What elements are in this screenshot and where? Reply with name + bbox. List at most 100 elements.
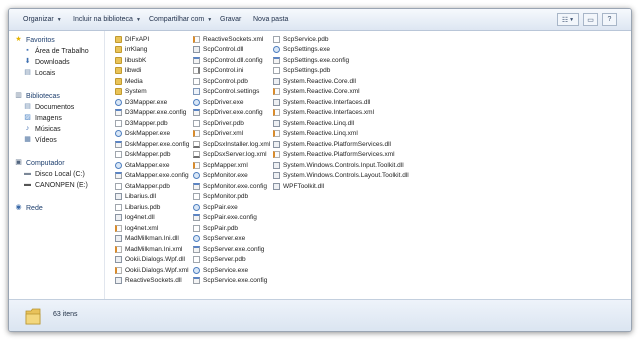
nav-videos[interactable]: ▦ Vídeos	[23, 136, 57, 144]
file-item[interactable]: ScpDsxServer.log.xml	[193, 150, 270, 161]
file-item[interactable]: ScpControl.settings	[193, 87, 270, 98]
chevron-down-icon: ▼	[207, 17, 213, 23]
file-item[interactable]: Media	[115, 76, 189, 87]
nav-music[interactable]: ♪ Músicas	[23, 125, 61, 133]
file-item[interactable]: ScpDsxInstaller.log.xml	[193, 139, 270, 150]
nav-downloads[interactable]: ⬇ Downloads	[23, 58, 70, 66]
file-name: System.Windows.Controls.Layout.Toolkit.d…	[283, 172, 409, 180]
share-with-menu[interactable]: Compartilhar com ▼	[149, 16, 212, 23]
file-name: ScpService.exe.config	[203, 277, 268, 285]
file-item[interactable]: ScpMapper.xml	[193, 160, 270, 171]
file-item[interactable]: System.Reactive.Linq.dll	[273, 118, 409, 129]
file-item[interactable]: System.Reactive.Core.xml	[273, 87, 409, 98]
xml-file-icon	[273, 109, 280, 117]
file-name: GtaMapper.exe.config	[125, 172, 189, 180]
file-item[interactable]: ScpServer.exe.config	[193, 244, 270, 255]
file-item[interactable]: Libarius.dll	[115, 192, 189, 203]
pdb-file-icon	[193, 224, 200, 232]
file-item[interactable]: DskMapper.pdb	[115, 150, 189, 161]
file-item[interactable]: ScpDriver.xml	[193, 129, 270, 140]
file-item[interactable]: System.Reactive.Core.dll	[273, 76, 409, 87]
file-item[interactable]: ScpControl.dll	[193, 45, 270, 56]
file-item[interactable]: D3Mapper.exe	[115, 97, 189, 108]
file-item[interactable]: WPFToolkit.dll	[273, 181, 409, 192]
burn-button[interactable]: Gravar	[220, 16, 241, 23]
file-item[interactable]: System.Reactive.PlatformServices.xml	[273, 150, 409, 161]
file-item[interactable]: ScpServer.pdb	[193, 255, 270, 266]
organize-menu[interactable]: Organizar ▼	[23, 16, 62, 23]
file-item[interactable]: ScpPair.exe	[193, 202, 270, 213]
file-item[interactable]: GtaMapper.exe.config	[115, 171, 189, 182]
new-folder-button[interactable]: Nova pasta	[253, 16, 288, 23]
file-item[interactable]: DskMapper.exe	[115, 129, 189, 140]
nav-desktop[interactable]: ▪ Área de Trabalho	[23, 47, 88, 55]
change-view-button[interactable]: ☷ ▼	[557, 13, 579, 26]
nav-documents[interactable]: ▤ Documentos	[23, 103, 74, 111]
file-item[interactable]: ScpMonitor.exe	[193, 171, 270, 182]
nav-libraries[interactable]: ▥ Bibliotecas	[14, 92, 60, 100]
file-item[interactable]: DskMapper.exe.config	[115, 139, 189, 150]
file-item[interactable]: ScpControl.dll.config	[193, 55, 270, 66]
file-item[interactable]: log4net.xml	[115, 223, 189, 234]
file-item[interactable]: System.Windows.Controls.Layout.Toolkit.d…	[273, 171, 409, 182]
file-item[interactable]: DIFxAPI	[115, 34, 189, 45]
nav-favorites[interactable]: ★ Favoritos	[14, 36, 54, 44]
file-item[interactable]: irrKlang	[115, 45, 189, 56]
file-item[interactable]: ScpDriver.exe.config	[193, 108, 270, 119]
file-name: MadMilkman.Ini.dll	[125, 235, 179, 243]
file-item[interactable]: MadMilkman.Ini.xml	[115, 244, 189, 255]
file-item[interactable]: System.Reactive.Interfaces.xml	[273, 108, 409, 119]
file-item[interactable]: System.Reactive.Interfaces.dll	[273, 97, 409, 108]
file-item[interactable]: MadMilkman.Ini.dll	[115, 234, 189, 245]
file-name: libusbK	[125, 56, 147, 64]
file-item[interactable]: ScpService.exe.config	[193, 276, 270, 287]
file-item[interactable]: ScpControl.pdb	[193, 76, 270, 87]
file-item[interactable]: GtaMapper.exe	[115, 160, 189, 171]
file-item[interactable]: ScpControl.ini	[193, 66, 270, 77]
folder-file-icon	[115, 56, 122, 64]
file-name: System.Reactive.Core.xml	[283, 88, 360, 96]
file-item[interactable]: ScpSettings.exe.config	[273, 55, 409, 66]
file-item[interactable]: ReactiveSockets.dll	[115, 276, 189, 287]
pdb-file-icon	[273, 67, 280, 75]
file-item[interactable]: ScpMonitor.pdb	[193, 192, 270, 203]
xml-file-icon	[193, 35, 200, 43]
preview-pane-button[interactable]: ▭	[583, 13, 598, 26]
nav-computer[interactable]: ▣ Computador	[14, 159, 64, 167]
file-item[interactable]: Libarius.pdb	[115, 202, 189, 213]
folder-file-icon	[115, 35, 122, 43]
file-item[interactable]: D3Mapper.exe.config	[115, 108, 189, 119]
file-item[interactable]: ScpDriver.pdb	[193, 118, 270, 129]
file-item[interactable]: System.Windows.Controls.Input.Toolkit.dl…	[273, 160, 409, 171]
nav-pictures[interactable]: ▨ Imagens	[23, 114, 62, 122]
file-item[interactable]: Ookii.Dialogs.Wpf.xml	[115, 265, 189, 276]
file-item[interactable]: Ookii.Dialogs.Wpf.dll	[115, 255, 189, 266]
file-item[interactable]: System.Reactive.Linq.xml	[273, 129, 409, 140]
nav-canonpen[interactable]: ▬ CANONPEN (E:)	[23, 181, 88, 189]
file-item[interactable]: libusbK	[115, 55, 189, 66]
nav-local-disk[interactable]: ▬ Disco Local (C:)	[23, 170, 85, 178]
file-item[interactable]: ReactiveSockets.xml	[193, 34, 270, 45]
file-item[interactable]: ScpSettings.exe	[273, 45, 409, 56]
help-button[interactable]: ?	[602, 13, 617, 26]
file-item[interactable]: ScpPair.pdb	[193, 223, 270, 234]
xml-file-icon	[273, 151, 280, 159]
downloads-icon: ⬇	[24, 58, 31, 65]
file-item[interactable]: GtaMapper.pdb	[115, 181, 189, 192]
file-item[interactable]: log4net.dll	[115, 213, 189, 224]
nav-places[interactable]: ▤ Locais	[23, 69, 55, 77]
file-item[interactable]: ScpServer.exe	[193, 234, 270, 245]
file-item[interactable]: System	[115, 87, 189, 98]
file-item[interactable]: D3Mapper.pdb	[115, 118, 189, 129]
file-item[interactable]: ScpService.exe	[193, 265, 270, 276]
file-item[interactable]: ScpDriver.exe	[193, 97, 270, 108]
file-item[interactable]: ScpMonitor.exe.config	[193, 181, 270, 192]
file-item[interactable]: System.Reactive.PlatformServices.dll	[273, 139, 409, 150]
include-in-library-menu[interactable]: Incluir na biblioteca ▼	[73, 16, 141, 23]
file-item[interactable]: ScpSettings.pdb	[273, 66, 409, 77]
nav-network[interactable]: ◉ Rede	[14, 204, 42, 212]
file-item[interactable]: ScpPair.exe.config	[193, 213, 270, 224]
file-item[interactable]: ScpService.pdb	[273, 34, 409, 45]
exe-file-icon	[193, 98, 200, 106]
file-item[interactable]: libwdi	[115, 66, 189, 77]
